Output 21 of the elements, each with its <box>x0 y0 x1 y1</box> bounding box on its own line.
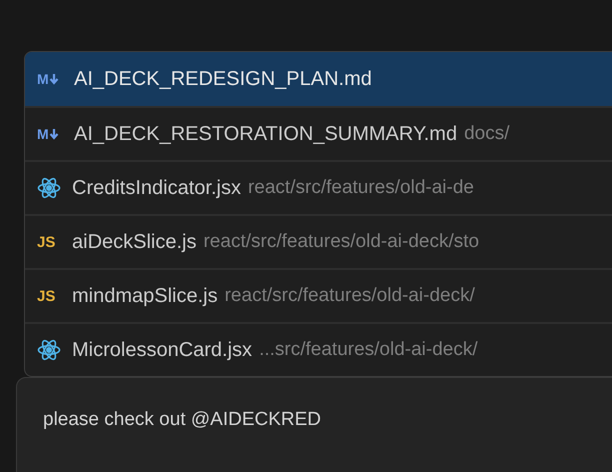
file-path: react/src/features/old-ai-deck/sto <box>203 230 480 254</box>
atom-icon <box>37 176 61 200</box>
file-item[interactable]: M AI_DECK_RESTORATION_SUMMARY.md docs/ <box>25 106 612 160</box>
file-path: react/src/features/old-ai-de <box>248 176 474 200</box>
file-name: aiDeckSlice.js <box>72 230 196 255</box>
file-name: mindmapSlice.js <box>72 284 218 309</box>
file-name: CreditsIndicator.jsx <box>72 176 241 201</box>
file-path: docs/ <box>464 122 510 146</box>
chat-input-text[interactable]: please check out @AIDECKRED <box>43 409 322 430</box>
file-item[interactable]: CreditsIndicator.jsx react/src/features/old-ai-de <box>25 160 612 214</box>
file-item[interactable]: JS mindmapSlice.js react/src/features/old-ai-deck/ <box>25 268 612 322</box>
file-path: ...src/features/old-ai-deck/ <box>259 338 478 362</box>
javascript-icon: JS <box>37 234 61 250</box>
file-item[interactable]: M AI_DECK_REDESIGN_PLAN.md <box>25 52 612 106</box>
atom-icon <box>37 338 61 362</box>
file-name: AI_DECK_REDESIGN_PLAN.md <box>74 67 372 92</box>
file-name: AI_DECK_RESTORATION_SUMMARY.md <box>74 122 458 147</box>
javascript-icon: JS <box>37 288 61 304</box>
file-name: MicrolessonCard.jsx <box>72 338 252 363</box>
file-path: react/src/features/old-ai-deck/ <box>224 284 475 308</box>
file-item[interactable]: JS aiDeckSlice.js react/src/features/old-ai-deck/sto <box>25 214 612 268</box>
